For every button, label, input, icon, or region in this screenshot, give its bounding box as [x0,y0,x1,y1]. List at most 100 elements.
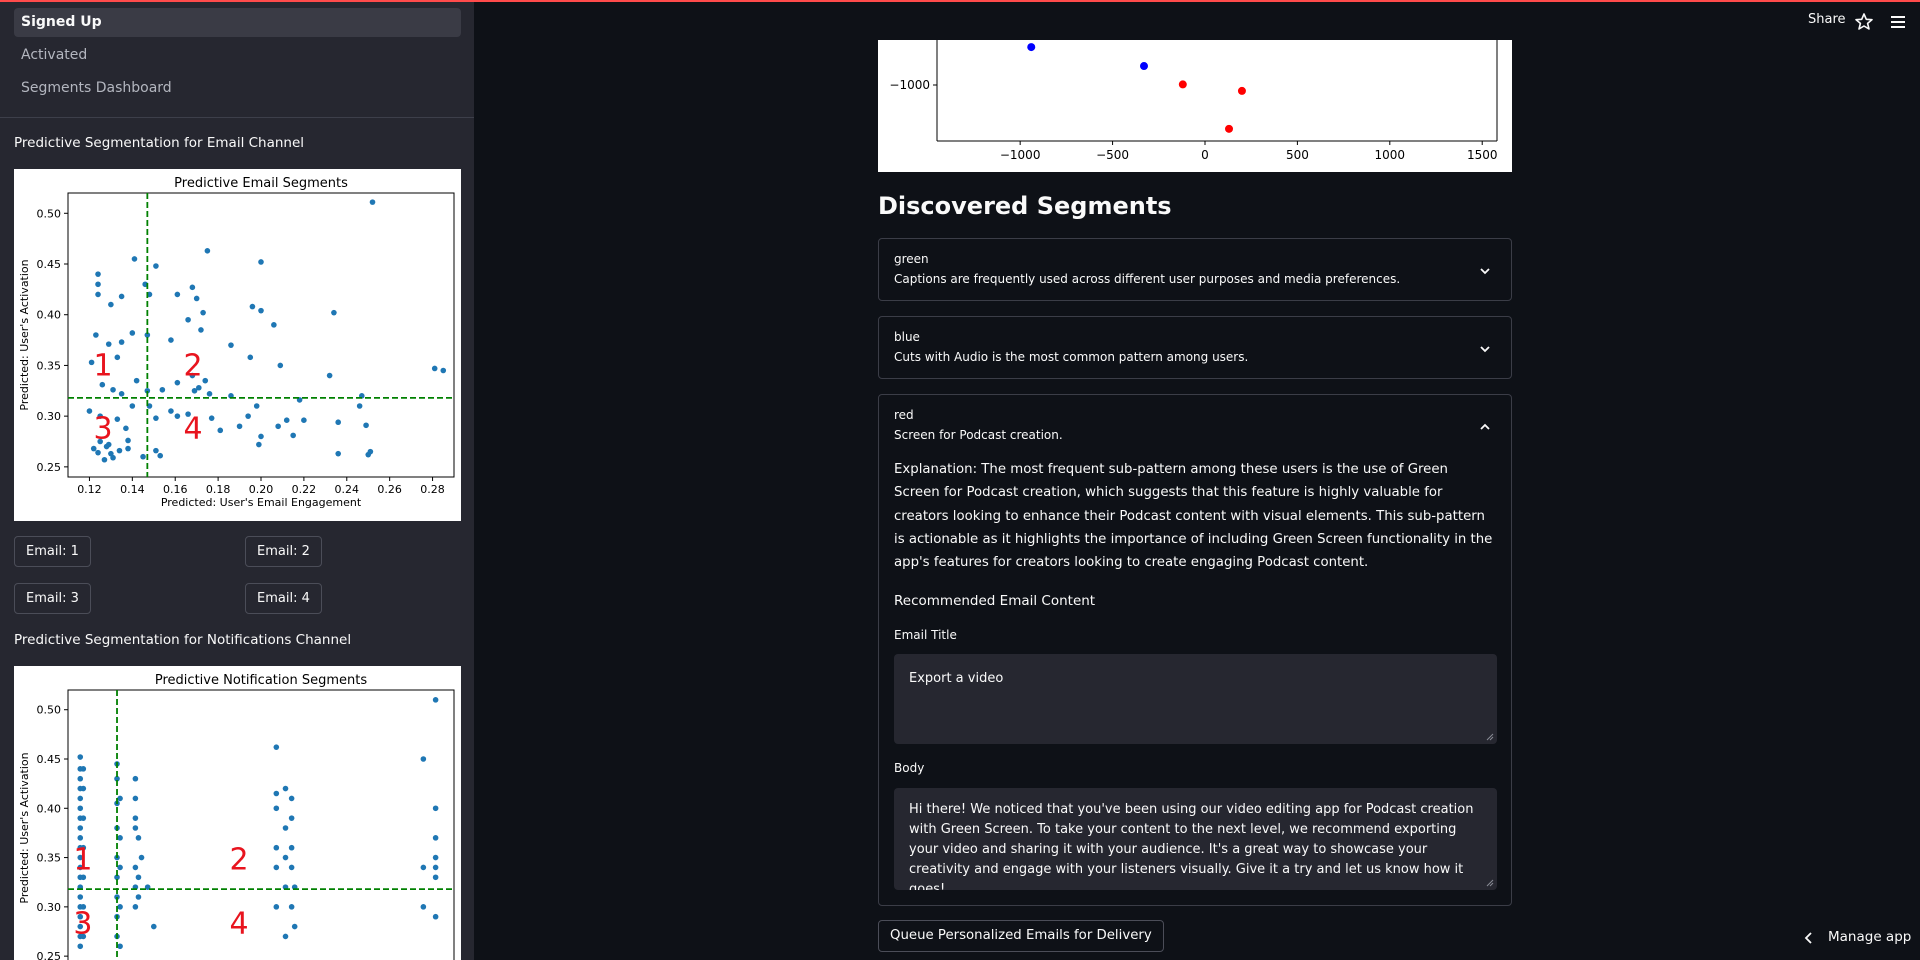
data-point [118,293,125,300]
data-point [282,785,289,792]
data-point [123,425,129,432]
email-3-button[interactable]: Email: 3 [14,583,91,614]
data-point [101,456,108,463]
manage-app-button[interactable]: Manage app [1828,929,1911,945]
data-point [369,199,376,205]
data-point [258,259,264,265]
quadrant-label: 3 [73,907,92,942]
data-point [273,805,280,812]
data-point [185,316,191,323]
segment-name: green [894,252,929,266]
data-point [440,367,447,374]
data-point [132,904,139,910]
email-title-textarea[interactable]: Export a video [894,654,1497,744]
segment-description: Captions are frequently used across diff… [894,272,1401,286]
data-point [174,379,181,386]
nav-item-segments-dashboard[interactable]: Segments Dashboard [14,74,461,103]
data-point [432,913,439,920]
data-point [288,815,295,821]
data-point [191,387,198,394]
data-point [174,291,181,298]
data-point [258,433,264,440]
y-tick-label: 0.25 [37,950,62,960]
x-tick-label: 0.16 [163,483,188,496]
segment-description: Screen for Podcast creation. [894,428,1063,442]
hamburger-icon[interactable] [1888,12,1908,32]
y-tick-label: 0.40 [37,309,62,322]
segment-name: red [894,408,914,422]
data-point [1027,43,1036,52]
data-point [1139,62,1148,71]
quadrant-label: 1 [73,843,92,878]
star-icon[interactable] [1854,12,1874,32]
data-point [288,864,295,871]
data-point [135,874,142,881]
nav-item-activated[interactable]: Activated [14,41,461,70]
data-point [140,453,146,460]
data-point [77,943,84,950]
quadrant-label: 2 [184,348,203,383]
data-point [77,775,84,782]
data-point [132,795,139,802]
notifications-channel-heading: Predictive Segmentation for Notification… [14,632,352,648]
data-point [206,391,213,397]
data-point [114,416,121,422]
data-point [273,744,280,750]
data-point [1225,124,1234,133]
x-tick-label: 0.18 [206,483,231,496]
data-point [249,303,256,310]
data-point [114,354,121,361]
x-tick-label: −500 [1096,148,1129,162]
chevron-left-icon[interactable] [1804,932,1814,944]
data-point [301,417,307,423]
email-body-textarea[interactable]: Hi there! We noticed that you've been us… [894,788,1497,890]
resize-handle-icon[interactable] [1486,733,1494,741]
data-point [273,790,280,797]
nav-item-signed-up[interactable]: Signed Up [14,8,461,37]
data-point [291,923,298,930]
data-point [273,864,280,871]
data-point [256,441,262,448]
data-point [431,365,438,372]
data-point [1237,86,1246,95]
data-point [138,854,145,861]
chevron-up-icon[interactable] [1479,421,1491,433]
y-tick-label: −1000 [889,78,930,92]
data-point [420,756,427,762]
data-point [157,452,164,459]
data-point [288,904,295,910]
email-body-label: Body [894,761,925,775]
data-point [77,894,84,900]
top-accent-line [0,0,1920,2]
data-point [90,445,97,452]
x-tick-label: 0.12 [77,483,102,496]
segments-scatter-plot: −1000 −500 0 500 1000 1500 −1000 [889,40,1498,162]
segment-expander-blue[interactable]: blue Cuts with Audio is the most common … [878,316,1512,379]
queue-emails-button[interactable]: Queue Personalized Emails for Delivery [878,920,1164,952]
chart-title: Predictive Email Segments [174,176,348,191]
data-point [335,419,342,426]
chevron-down-icon[interactable] [1479,265,1491,277]
x-tick-label: 0.24 [335,483,360,496]
resize-handle-icon[interactable] [1486,879,1494,887]
data-point [217,427,224,434]
segments-scatter-chart: −1000 −500 0 500 1000 1500 −1000 [878,40,1512,172]
share-button[interactable]: Share [1808,12,1846,27]
segment-expander-green[interactable]: green Captions are frequently used acros… [878,238,1512,301]
data-point [204,248,211,254]
data-point [117,795,123,802]
chart-title: Predictive Notification Segments [155,673,367,688]
data-point [153,263,159,269]
data-point [277,362,284,369]
data-point [275,423,281,430]
data-point [432,697,439,703]
email-4-button[interactable]: Email: 4 [245,583,322,614]
email-2-button[interactable]: Email: 2 [245,536,322,567]
data-point [326,372,333,379]
sidebar-nav: Signed Up Activated Segments Dashboard [14,8,461,107]
chevron-down-icon[interactable] [1479,343,1491,355]
email-1-button[interactable]: Email: 1 [14,536,91,567]
y-axis-label: Predicted: User's Activation [18,259,31,410]
data-point [236,423,243,430]
segment-expander-red[interactable]: red Screen for Podcast creation. Explana… [878,394,1512,906]
